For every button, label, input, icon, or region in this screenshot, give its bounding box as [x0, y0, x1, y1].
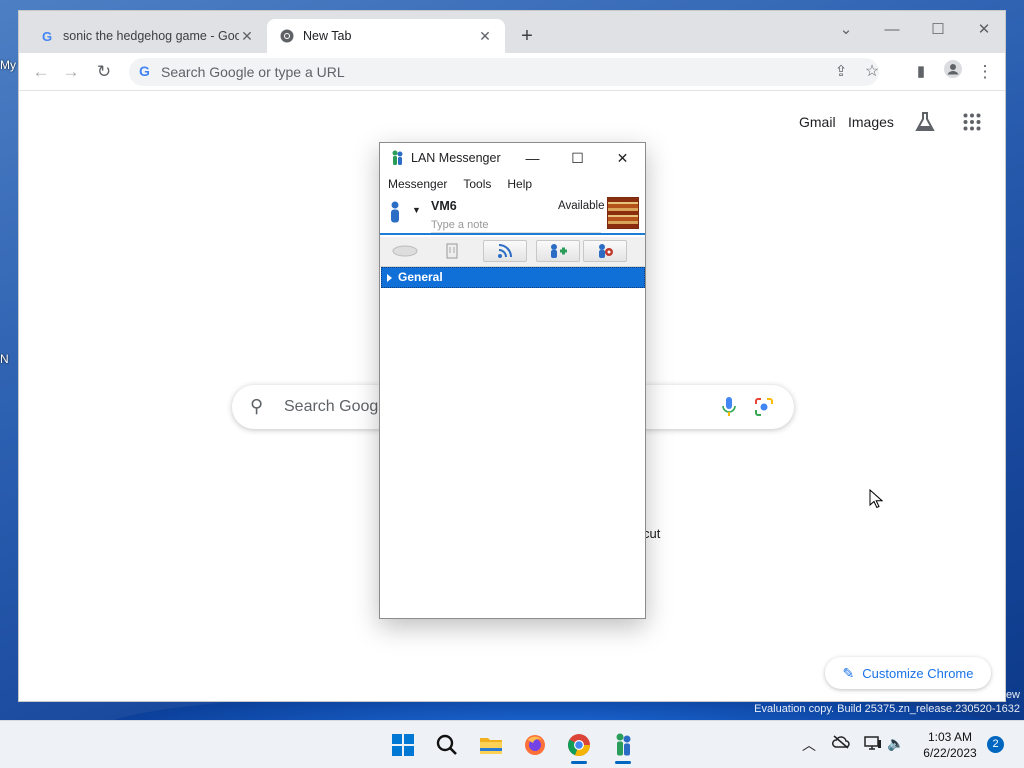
firefox-icon[interactable]	[519, 729, 551, 761]
reload-icon[interactable]: ↻	[92, 60, 116, 84]
settings-users-icon[interactable]	[583, 240, 627, 262]
user-avatar[interactable]	[607, 197, 639, 229]
back-icon[interactable]: ←	[29, 60, 53, 84]
user-name: VM6	[431, 199, 457, 213]
tab-strip: G sonic the hedgehog game - Goo ✕ New Ta…	[19, 11, 1005, 53]
maximize-button[interactable]: ☐	[915, 15, 961, 45]
chevron-up-icon[interactable]: ︿	[799, 735, 819, 755]
google-g-icon: G	[41, 28, 53, 44]
menu-dots-icon[interactable]: ⋮	[973, 60, 997, 84]
close-icon[interactable]: ✕	[239, 28, 255, 44]
tab-search-icon[interactable]: ⌄	[823, 15, 869, 45]
contact-group-general[interactable]: General	[381, 267, 645, 288]
add-contact-icon[interactable]	[536, 240, 580, 262]
browser-toolbar: ← → ↻ G ⇪ ☆ ▮ ⋮	[19, 53, 1005, 91]
desktop-icon-label-n[interactable]: N	[0, 352, 9, 366]
user-status: Available	[558, 200, 605, 212]
volume-icon[interactable]: 🔈	[886, 735, 906, 755]
tab-new-tab[interactable]: New Tab ✕	[267, 19, 505, 53]
lan-maximize-button[interactable]: ☐	[555, 143, 600, 173]
search-icon: ⚲	[250, 396, 264, 416]
customize-chrome-button[interactable]: ✎ Customize Chrome	[825, 657, 991, 689]
apps-grid-icon[interactable]	[963, 113, 981, 137]
mouse-pointer-icon	[869, 489, 883, 509]
address-input[interactable]	[161, 62, 801, 82]
lan-menubar: Messenger Tools Help	[380, 173, 645, 195]
bookmark-star-icon[interactable]: ☆	[860, 60, 884, 84]
lan-messenger-taskbar-icon[interactable]	[607, 729, 639, 764]
lan-title-bar[interactable]: LAN Messenger — ☐ ✕	[380, 143, 645, 173]
chat-bubble-icon[interactable]	[383, 240, 427, 262]
clock-date: 6/22/2023	[923, 746, 977, 760]
start-button[interactable]	[387, 729, 419, 761]
profile-icon[interactable]	[941, 60, 965, 84]
tab-sonic-search[interactable]: G sonic the hedgehog game - Goo ✕	[27, 19, 267, 53]
lan-user-panel: ▼ VM6 Available	[380, 195, 645, 235]
share-icon[interactable]: ⇪	[829, 60, 853, 84]
lan-toolbar	[380, 237, 645, 267]
desktop-icon-label-my[interactable]: My	[0, 58, 16, 72]
new-tab-button[interactable]: +	[515, 25, 539, 49]
lan-close-button[interactable]: ✕	[600, 143, 645, 173]
labs-flask-icon[interactable]	[914, 111, 936, 139]
notification-badge[interactable]: 2	[987, 736, 1004, 753]
search-placeholder: Search Googl	[284, 398, 382, 415]
menu-messenger[interactable]: Messenger	[380, 173, 455, 195]
lan-minimize-button[interactable]: —	[510, 143, 555, 173]
tab-title: sonic the hedgehog game - Goo	[63, 29, 239, 43]
voice-search-icon[interactable]	[722, 397, 736, 417]
chrome-icon	[279, 28, 295, 44]
broadcast-icon[interactable]	[483, 240, 527, 262]
group-label: General	[398, 270, 443, 284]
status-dropdown-icon[interactable]: ▼	[412, 205, 421, 215]
minimize-button[interactable]: —	[869, 15, 915, 45]
tab-title: New Tab	[303, 29, 352, 43]
menu-help[interactable]: Help	[499, 173, 540, 195]
user-note-input[interactable]	[431, 217, 601, 233]
lan-messenger-app-icon	[389, 150, 405, 166]
menu-tools[interactable]: Tools	[455, 173, 499, 195]
forward-icon[interactable]: →	[59, 60, 83, 84]
chrome-taskbar-icon[interactable]	[563, 729, 595, 764]
file-explorer-icon[interactable]	[475, 729, 507, 761]
network-icon[interactable]	[863, 735, 883, 755]
file-transfer-icon[interactable]	[430, 240, 474, 262]
user-status-icon[interactable]	[388, 201, 402, 223]
taskbar: ︿ 🔈 1:03 AM 6/22/2023 2	[0, 720, 1024, 768]
taskbar-clock[interactable]: 1:03 AM 6/22/2023	[916, 729, 984, 761]
google-lens-icon[interactable]	[754, 397, 774, 417]
omnibox[interactable]: G ⇪ ☆	[129, 58, 879, 86]
google-g-icon: G	[139, 63, 150, 79]
lan-window-title: LAN Messenger	[411, 151, 501, 165]
close-window-button[interactable]: ✕	[961, 15, 1007, 45]
onedrive-offline-icon[interactable]	[831, 735, 851, 755]
clock-time: 1:03 AM	[927, 730, 973, 744]
images-link[interactable]: Images	[848, 114, 894, 130]
expand-arrow-icon[interactable]	[387, 274, 392, 282]
customize-chrome-label: Customize Chrome	[862, 665, 974, 681]
gmail-link[interactable]: Gmail	[799, 114, 836, 130]
search-icon[interactable]	[431, 729, 463, 761]
side-panel-icon[interactable]: ▮	[909, 60, 933, 84]
close-icon[interactable]: ✕	[477, 28, 493, 44]
lan-messenger-window: LAN Messenger — ☐ ✕ Messenger Tools Help…	[379, 142, 646, 619]
pencil-icon: ✎	[842, 664, 855, 681]
